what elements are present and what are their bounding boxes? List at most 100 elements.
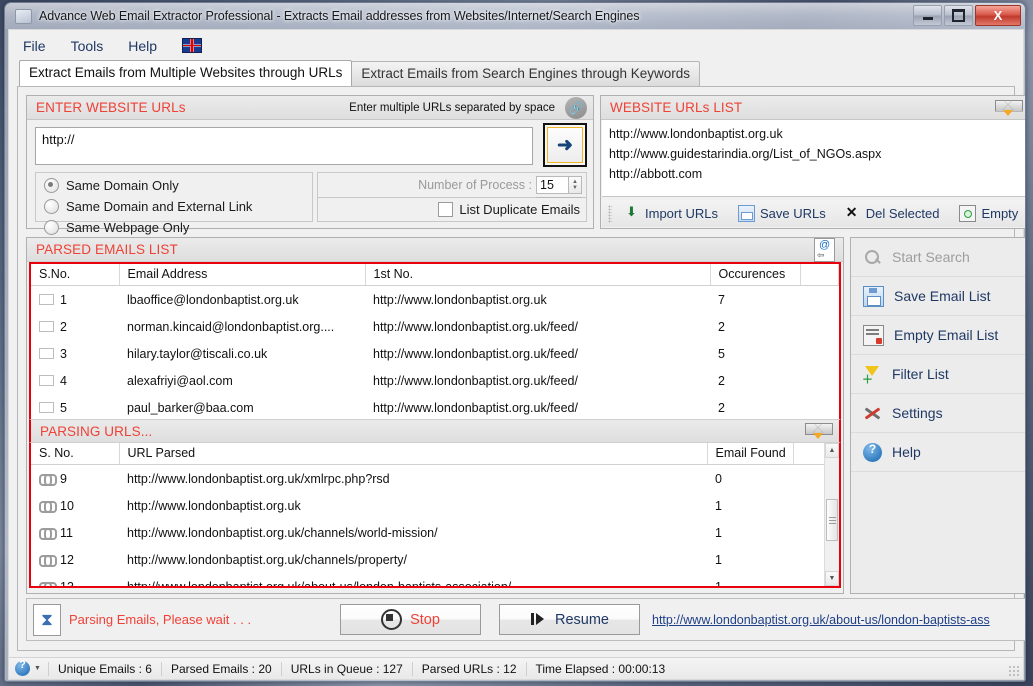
radio-label: Same Domain and External Link xyxy=(66,199,253,214)
list-duplicate-emails-row[interactable]: List Duplicate Emails xyxy=(318,198,586,220)
mail-cross-icon[interactable] xyxy=(805,422,833,440)
status-time-elapsed: Time Elapsed : 00:00:13 xyxy=(525,661,675,676)
parsed-emails-table: S.No. Email Address 1st No. Occurences 1… xyxy=(31,264,839,419)
mail-cross-icon[interactable] xyxy=(995,99,1023,117)
search-icon xyxy=(863,248,882,267)
table-row[interactable]: 10 http://www.londonbaptist.org.uk 1 xyxy=(31,492,839,519)
list-duplicate-emails-checkbox[interactable] xyxy=(438,201,454,217)
column-header-occurrences[interactable]: Occurences xyxy=(710,264,801,286)
enter-urls-title: ENTER WEBSITE URLs xyxy=(36,100,186,115)
table-row[interactable]: 3 hilary.taylor@tiscali.co.uk http://www… xyxy=(31,340,839,367)
menu-item-help[interactable]: Help xyxy=(128,38,157,54)
del-selected-button[interactable]: Del Selected xyxy=(836,204,950,221)
cell-sno: 12 xyxy=(31,546,119,573)
cell-email: paul_barker@baa.com xyxy=(127,400,254,415)
start-search-button[interactable]: Start Search xyxy=(851,238,1025,277)
uk-flag-icon[interactable] xyxy=(182,38,203,53)
tab-extract-from-search-engines[interactable]: Extract Emails from Search Engines throu… xyxy=(351,61,700,86)
number-of-process-stepper[interactable]: ▲ ▼ xyxy=(569,175,582,194)
at-export-icon[interactable] xyxy=(814,237,835,262)
table-row[interactable]: 13 http://www.londonbaptist.org.uk/about… xyxy=(31,573,839,588)
import-urls-button[interactable]: Import URLs xyxy=(615,204,728,221)
del-selected-label: Del Selected xyxy=(865,206,940,221)
stop-icon xyxy=(381,609,403,630)
help-button[interactable]: Help xyxy=(851,433,1025,472)
help-icon[interactable] xyxy=(15,659,30,676)
column-header-sno[interactable]: S. No. xyxy=(31,443,120,465)
filter-list-button[interactable]: Filter List xyxy=(851,355,1025,394)
cell-url: http://www.londonbaptist.org.uk/channels… xyxy=(127,552,408,567)
cell-url: http://www.londonbaptist.org.uk/feed/ xyxy=(373,319,578,334)
close-button[interactable]: X xyxy=(975,5,1021,26)
enter-urls-header: ENTER WEBSITE URLs Enter multiple URLs s… xyxy=(27,96,593,120)
menu-item-file[interactable]: File xyxy=(23,38,46,54)
column-header-email[interactable]: Email Address xyxy=(119,264,366,286)
save-urls-button[interactable]: Save URLs xyxy=(728,205,836,222)
toolbar-grip[interactable] xyxy=(608,204,612,223)
table-row[interactable]: 4 alexafriyi@aol.com http://www.londonba… xyxy=(31,367,839,394)
number-of-process-row: Number of Process : 15 ▲ ▼ xyxy=(318,173,586,195)
actions-sidebar: Start Search Save Email List Empty Email… xyxy=(850,237,1025,594)
cell-occurrences: 2 xyxy=(718,319,725,334)
chevron-down-icon[interactable]: ▼ xyxy=(34,665,41,672)
cell-email: hilary.taylor@tiscali.co.uk xyxy=(127,346,268,361)
save-email-list-button[interactable]: Save Email List xyxy=(851,277,1025,316)
parsed-emails-grid[interactable]: S.No. Email Address 1st No. Occurences 1… xyxy=(29,262,841,419)
empty-button[interactable]: Empty xyxy=(949,205,1025,222)
column-header-first-no[interactable]: 1st No. xyxy=(365,264,711,286)
scroll-down-arrow[interactable]: ▼ xyxy=(825,571,839,586)
table-row[interactable]: 1 lbaoffice@londonbaptist.org.uk http://… xyxy=(31,286,839,314)
list-item[interactable]: http://www.guidestarindia.org/List_of_NG… xyxy=(609,144,1025,164)
help-icon xyxy=(863,442,882,462)
add-url-button[interactable]: ➜ xyxy=(543,123,587,167)
list-item[interactable]: http://abbott.com xyxy=(609,164,1025,184)
current-url-link[interactable]: http://www.londonbaptist.org.uk/about-us… xyxy=(652,613,1025,627)
resume-button[interactable]: Resume xyxy=(499,604,640,635)
settings-button[interactable]: Settings xyxy=(851,394,1025,433)
status-parsed-emails: Parsed Emails : 20 xyxy=(160,661,281,676)
envelope-icon xyxy=(39,294,54,305)
table-row[interactable]: 9 http://www.londonbaptist.org.uk/xmlrpc… xyxy=(31,465,839,493)
scroll-up-arrow[interactable]: ▲ xyxy=(825,443,839,458)
url-input[interactable] xyxy=(35,127,533,165)
cell-occurrences: 2 xyxy=(718,373,725,388)
link-icon[interactable]: 🔗 xyxy=(565,96,587,119)
table-row[interactable]: 12 http://www.londonbaptist.org.uk/chann… xyxy=(31,546,839,573)
cell-url: http://www.londonbaptist.org.uk/about-us… xyxy=(127,579,512,588)
minimize-button[interactable] xyxy=(913,5,942,26)
cell-email: norman.kincaid@londonbaptist.org.... xyxy=(127,319,335,334)
floppy-icon xyxy=(863,285,884,307)
radio-indicator xyxy=(44,220,59,235)
column-header-email-found[interactable]: Email Found xyxy=(707,443,794,465)
stop-button[interactable]: Stop xyxy=(340,604,481,635)
empty-email-list-button[interactable]: Empty Email List xyxy=(851,316,1025,355)
cell-sno: 4 xyxy=(31,367,119,394)
parsing-urls-grid[interactable]: S. No. URL Parsed Email Found 9 http://w… xyxy=(29,443,841,588)
chain-link-icon xyxy=(39,582,57,586)
application-window: Advance Web Email Extractor Professional… xyxy=(4,2,1026,682)
menu-item-tools[interactable]: Tools xyxy=(71,38,104,54)
column-header-url-parsed[interactable]: URL Parsed xyxy=(119,443,708,465)
hourglass-icon: ⧗ xyxy=(33,603,61,636)
resize-grip[interactable] xyxy=(1008,665,1020,677)
parsing-urls-scrollbar[interactable]: ▲ ▼ xyxy=(824,443,839,586)
radio-same-domain-and-external[interactable]: Same Domain and External Link xyxy=(36,196,312,217)
chain-link-icon xyxy=(39,528,57,540)
website-urls-listbox[interactable]: http://www.londonbaptist.org.uk http://w… xyxy=(602,120,1025,197)
parsing-urls-header: PARSING URLS... xyxy=(29,419,841,443)
tab-extract-from-urls[interactable]: Extract Emails from Multiple Websites th… xyxy=(19,60,353,86)
table-row[interactable]: 11 http://www.londonbaptist.org.uk/chann… xyxy=(31,519,839,546)
scroll-thumb[interactable] xyxy=(826,499,838,541)
column-header-sno[interactable]: S.No. xyxy=(31,264,120,286)
number-of-process-input[interactable]: 15 xyxy=(536,175,569,194)
table-row[interactable]: 2 norman.kincaid@londonbaptist.org.... h… xyxy=(31,313,839,340)
radio-same-webpage-only[interactable]: Same Webpage Only xyxy=(36,217,312,238)
cell-url: http://www.londonbaptist.org.uk/channels… xyxy=(127,525,438,540)
list-item[interactable]: http://www.londonbaptist.org.uk xyxy=(609,124,1025,144)
cell-occurrences: 7 xyxy=(718,292,725,307)
radio-same-domain-only[interactable]: Same Domain Only xyxy=(36,175,312,196)
table-header-row: S.No. Email Address 1st No. Occurences xyxy=(31,264,839,286)
menu-bar: File Tools Help xyxy=(9,30,1023,61)
table-row[interactable]: 5 paul_barker@baa.com http://www.londonb… xyxy=(31,394,839,419)
maximize-button[interactable] xyxy=(944,5,973,26)
